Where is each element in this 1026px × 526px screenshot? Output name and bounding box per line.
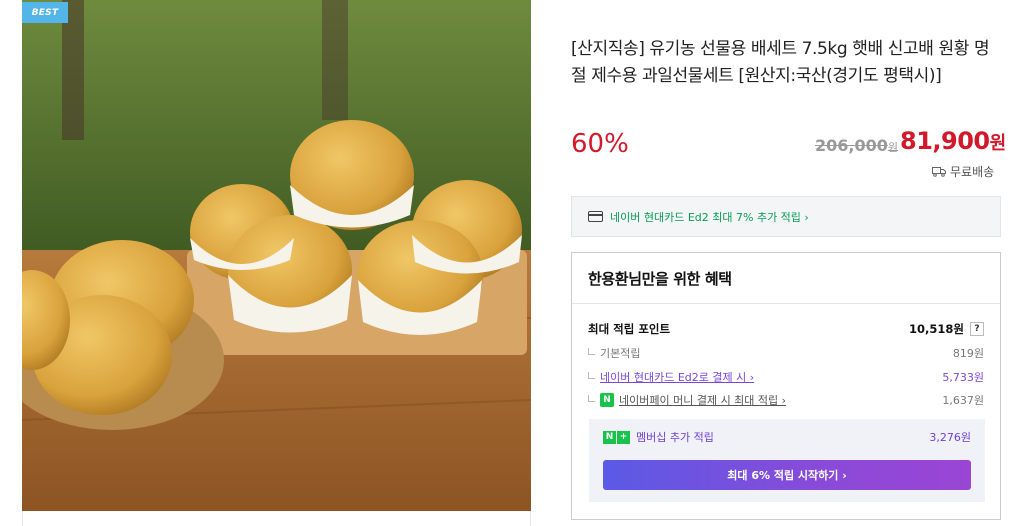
product-image[interactable] <box>22 0 531 511</box>
sale-price: 81,900원 <box>900 127 1006 155</box>
membership-value: 3,276원 <box>929 431 971 444</box>
basic-points-row: 기본적립 819원 <box>588 345 984 361</box>
tree-line-icon <box>588 347 595 355</box>
best-badge: BEST <box>22 2 68 23</box>
tree-line-icon <box>588 371 595 379</box>
npay-points-row[interactable]: N 네이버페이 머니 결제 시 최대 적립 › 1,637원 <box>588 392 984 408</box>
npay-points-value: 1,637원 <box>942 394 984 407</box>
shipping-text: 무료배송 <box>950 165 995 179</box>
npay-points-link[interactable]: 네이버페이 머니 결제 시 최대 적립 › <box>619 392 786 408</box>
card-promo-banner[interactable]: 네이버 현대카드 Ed2 최대 7% 추가 적립 › <box>571 196 1001 237</box>
help-icon[interactable]: ? <box>970 322 984 336</box>
product-title: [산지직송] 유기농 선물용 배세트 7.5kg 햇배 신고배 원황 명절 제수… <box>571 39 990 86</box>
naver-plus-membership-icon: N + <box>603 430 630 444</box>
shipping-info: 무료배송 <box>932 163 994 180</box>
tree-line-icon <box>588 394 595 402</box>
credit-card-icon <box>588 211 603 222</box>
np-badge-n: N <box>603 430 616 444</box>
benefit-panel: 한용환님만을 위한 혜택 최대 적립 포인트 10,518원 ? 기본적립 81… <box>571 252 1001 520</box>
truck-icon <box>932 167 946 177</box>
max-points-label: 최대 적립 포인트 <box>588 322 671 336</box>
basic-points-value: 819원 <box>952 347 984 360</box>
card-points-link[interactable]: 네이버 현대카드 Ed2로 결제 시 › <box>600 369 754 385</box>
benefit-title: 한용환님만을 위한 혜택 <box>572 253 1000 304</box>
naverpay-icon: N <box>600 393 614 407</box>
original-price-value: 206,000 <box>815 136 888 155</box>
original-price-unit: 원 <box>887 141 898 154</box>
max-points-row: 최대 적립 포인트 10,518원 ? <box>588 321 984 337</box>
basic-points-label: 기본적립 <box>600 347 641 360</box>
max-points-value: 10,518원 <box>909 322 964 336</box>
image-frame-edge <box>22 511 531 526</box>
sale-price-unit: 원 <box>989 133 1007 154</box>
membership-row: N + 멤버십 추가 적립 3,276원 <box>603 429 971 445</box>
discount-rate: 60% <box>571 129 629 159</box>
card-promo-text: 네이버 현대카드 Ed2 최대 7% 추가 적립 › <box>610 210 809 224</box>
np-badge-plus: + <box>617 430 630 444</box>
sale-price-value: 81,900 <box>900 127 990 155</box>
membership-label: 멤버십 추가 적립 <box>636 431 714 444</box>
membership-start-button[interactable]: 최대 6% 적립 시작하기 › <box>603 460 971 490</box>
card-points-row[interactable]: 네이버 현대카드 Ed2로 결제 시 › 5,733원 <box>588 369 984 385</box>
membership-box: N + 멤버십 추가 적립 3,276원 최대 6% 적립 시작하기 › <box>589 419 985 502</box>
original-price: 206,000원 <box>815 136 898 155</box>
card-points-value: 5,733원 <box>942 371 984 384</box>
